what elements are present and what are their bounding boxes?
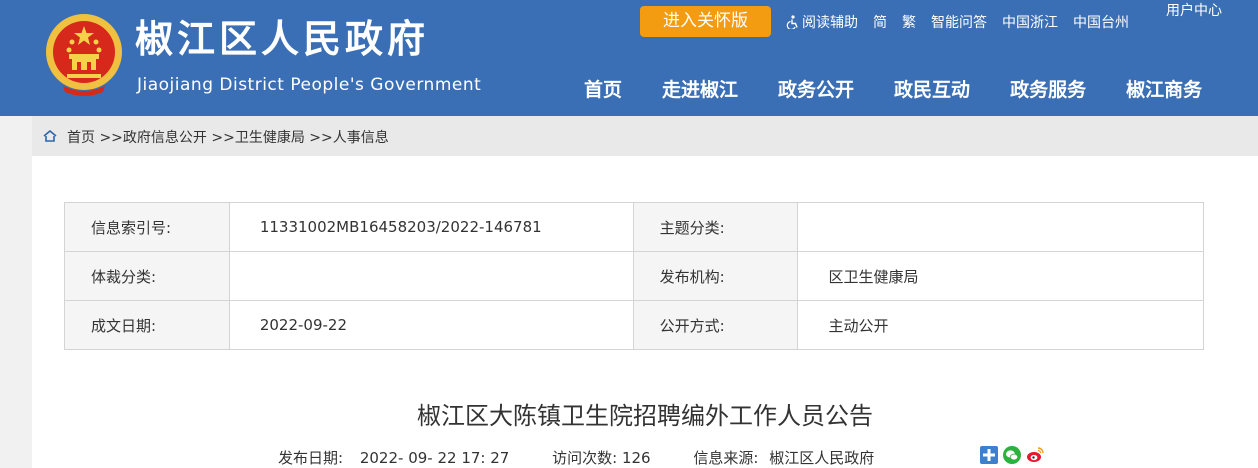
topic-value: [797, 202, 1204, 252]
china-taizhou-link[interactable]: 中国台州: [1073, 12, 1129, 32]
care-mode-button[interactable]: 进入关怀版: [640, 6, 771, 37]
date-label: 成文日期:: [64, 300, 230, 350]
nav-interaction[interactable]: 政民互动: [894, 75, 970, 102]
site-title: 椒江区人民政府: [135, 17, 430, 61]
topic-label: 主题分类:: [632, 202, 799, 252]
site-header: 椒江区人民政府 Jiaojiang District People's Gove…: [0, 0, 1258, 116]
genre-label: 体裁分类:: [64, 251, 230, 301]
nav-gov-services[interactable]: 政务服务: [1010, 75, 1086, 102]
accessibility-icon: [786, 15, 798, 29]
table-row: 信息索引号: 11331002MB16458203/2022-146781 主题…: [64, 202, 1204, 252]
source-label: 信息来源:: [693, 449, 759, 467]
table-row: 成文日期: 2022-09-22 公开方式: 主动公开: [64, 300, 1204, 350]
home-icon: [43, 130, 57, 142]
top-links: 阅读辅助 简 繁 智能问答 中国浙江 中国台州: [786, 12, 1144, 32]
traditional-link[interactable]: 繁: [902, 12, 916, 32]
breadcrumb-bar: 首页 >>政府信息公开 >>卫生健康局 >>人事信息: [32, 116, 1258, 156]
visits-label: 访问次数:: [552, 449, 618, 467]
main-content: 信息索引号: 11331002MB16458203/2022-146781 主题…: [32, 156, 1258, 468]
share-plus-icon[interactable]: [980, 446, 998, 464]
genre-value: [228, 251, 634, 301]
smart-qa-link[interactable]: 智能问答: [931, 12, 987, 32]
weibo-icon[interactable]: [1026, 446, 1044, 464]
breadcrumb: 首页 >>政府信息公开 >>卫生健康局 >>人事信息: [67, 127, 389, 147]
source-value: 椒江区人民政府: [769, 449, 875, 467]
article-title: 椒江区大陈镇卫生院招聘编外工作人员公告: [417, 402, 873, 430]
publish-date-value: 2022- 09- 22 17: 27: [359, 449, 510, 467]
wechat-icon[interactable]: [1003, 446, 1021, 464]
visits-value: 126: [621, 449, 651, 467]
china-zhejiang-link[interactable]: 中国浙江: [1002, 12, 1058, 32]
mode-label: 公开方式:: [632, 300, 799, 350]
publisher-value: 区卫生健康局: [797, 251, 1204, 301]
reading-assist-link[interactable]: 阅读辅助: [786, 12, 858, 32]
main-nav: 首页 走进椒江 政务公开 政民互动 政务服务 椒江商务: [584, 75, 1202, 102]
breadcrumb-home[interactable]: 首页: [67, 130, 95, 146]
nav-about-jiaojiang[interactable]: 走进椒江: [662, 75, 738, 102]
user-center-link[interactable]: 用户中心: [1166, 0, 1222, 20]
index-label: 信息索引号:: [64, 202, 230, 252]
index-value: 11331002MB16458203/2022-146781: [228, 202, 634, 252]
table-row: 体裁分类: 发布机构: 区卫生健康局: [64, 251, 1204, 301]
reading-assist-label: 阅读辅助: [802, 15, 858, 31]
breadcrumb-health-bureau[interactable]: >>卫生健康局: [211, 130, 304, 146]
date-value: 2022-09-22: [228, 300, 634, 350]
nav-home[interactable]: 首页: [584, 75, 622, 102]
breadcrumb-personnel[interactable]: >>人事信息: [309, 130, 388, 146]
national-emblem-icon: [46, 14, 122, 96]
publish-date-label: 发布日期:: [278, 449, 344, 467]
info-meta-table: 信息索引号: 11331002MB16458203/2022-146781 主题…: [64, 202, 1204, 350]
article-meta: 发布日期: 2022- 09- 22 17: 27 访问次数: 126 信息来源…: [278, 447, 874, 468]
share-icons: [980, 446, 1049, 464]
nav-commerce[interactable]: 椒江商务: [1126, 75, 1202, 102]
mode-value: 主动公开: [797, 300, 1204, 350]
site-subtitle: Jiaojiang District People's Government: [137, 75, 482, 95]
nav-gov-affairs[interactable]: 政务公开: [778, 75, 854, 102]
publisher-label: 发布机构:: [632, 251, 799, 301]
breadcrumb-gov-info[interactable]: >>政府信息公开: [99, 130, 206, 146]
simplified-link[interactable]: 简: [873, 12, 887, 32]
